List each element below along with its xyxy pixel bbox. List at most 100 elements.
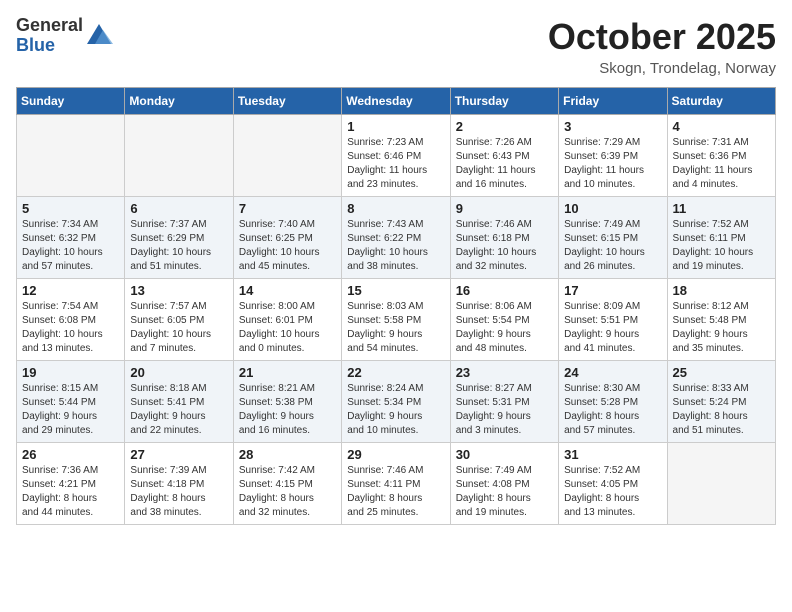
calendar-cell: 2 Sunrise: 7:26 AM Sunset: 6:43 PM Daylig…	[450, 115, 558, 197]
day-info: Sunrise: 7:43 AM Sunset: 6:22 PM Dayligh…	[347, 218, 444, 274]
day-info: Sunrise: 7:37 AM Sunset: 6:29 PM Dayligh…	[130, 218, 227, 274]
day-number: 14	[239, 283, 336, 298]
calendar-table: SundayMondayTuesdayWednesdayThursdayFrid…	[16, 87, 776, 525]
day-info: Sunrise: 8:33 AM Sunset: 5:24 PM Dayligh…	[673, 382, 770, 438]
day-info: Sunrise: 7:46 AM Sunset: 4:11 PM Dayligh…	[347, 464, 444, 520]
day-info: Sunrise: 7:52 AM Sunset: 4:05 PM Dayligh…	[564, 464, 661, 520]
calendar-week-row: 19 Sunrise: 8:15 AM Sunset: 5:44 PM Dayli…	[17, 361, 776, 443]
calendar-cell: 22 Sunrise: 8:24 AM Sunset: 5:34 PM Dayli…	[342, 361, 450, 443]
day-number: 20	[130, 365, 227, 380]
day-number: 25	[673, 365, 770, 380]
col-header-wednesday: Wednesday	[342, 88, 450, 115]
col-header-monday: Monday	[125, 88, 233, 115]
day-info: Sunrise: 8:03 AM Sunset: 5:58 PM Dayligh…	[347, 300, 444, 356]
calendar-cell: 31 Sunrise: 7:52 AM Sunset: 4:05 PM Dayli…	[559, 443, 667, 525]
day-number: 1	[347, 119, 444, 134]
day-number: 3	[564, 119, 661, 134]
day-number: 7	[239, 201, 336, 216]
calendar-cell	[667, 443, 775, 525]
day-info: Sunrise: 7:34 AM Sunset: 6:32 PM Dayligh…	[22, 218, 119, 274]
calendar-cell: 24 Sunrise: 8:30 AM Sunset: 5:28 PM Dayli…	[559, 361, 667, 443]
day-info: Sunrise: 8:21 AM Sunset: 5:38 PM Dayligh…	[239, 382, 336, 438]
calendar-cell: 5 Sunrise: 7:34 AM Sunset: 6:32 PM Daylig…	[17, 197, 125, 279]
day-info: Sunrise: 8:27 AM Sunset: 5:31 PM Dayligh…	[456, 382, 553, 438]
day-number: 27	[130, 447, 227, 462]
day-info: Sunrise: 7:23 AM Sunset: 6:46 PM Dayligh…	[347, 136, 444, 192]
calendar-week-row: 5 Sunrise: 7:34 AM Sunset: 6:32 PM Daylig…	[17, 197, 776, 279]
month-title: October 2025	[548, 16, 776, 58]
day-number: 6	[130, 201, 227, 216]
calendar-cell: 14 Sunrise: 8:00 AM Sunset: 6:01 PM Dayli…	[233, 279, 341, 361]
calendar-cell: 26Sunrise: 7:36 AM Sunset: 4:21 PM Dayli…	[17, 443, 125, 525]
day-info: Sunrise: 7:26 AM Sunset: 6:43 PM Dayligh…	[456, 136, 553, 192]
day-number: 2	[456, 119, 553, 134]
day-info: Sunrise: 7:29 AM Sunset: 6:39 PM Dayligh…	[564, 136, 661, 192]
calendar-cell: 3 Sunrise: 7:29 AM Sunset: 6:39 PM Daylig…	[559, 115, 667, 197]
day-info: Sunrise: 8:09 AM Sunset: 5:51 PM Dayligh…	[564, 300, 661, 356]
day-number: 13	[130, 283, 227, 298]
day-number: 12	[22, 283, 119, 298]
location-title: Skogn, Trondelag, Norway	[548, 60, 776, 77]
day-info: Sunrise: 7:36 AM Sunset: 4:21 PM Dayligh…	[22, 464, 119, 520]
day-info: Sunrise: 8:30 AM Sunset: 5:28 PM Dayligh…	[564, 382, 661, 438]
day-number: 19	[22, 365, 119, 380]
calendar-cell	[125, 115, 233, 197]
day-info: Sunrise: 7:49 AM Sunset: 4:08 PM Dayligh…	[456, 464, 553, 520]
day-number: 4	[673, 119, 770, 134]
day-number: 10	[564, 201, 661, 216]
day-info: Sunrise: 8:18 AM Sunset: 5:41 PM Dayligh…	[130, 382, 227, 438]
calendar-cell: 27 Sunrise: 7:39 AM Sunset: 4:18 PM Dayli…	[125, 443, 233, 525]
col-header-sunday: Sunday	[17, 88, 125, 115]
day-info: Sunrise: 7:52 AM Sunset: 6:11 PM Dayligh…	[673, 218, 770, 274]
day-info: Sunrise: 7:46 AM Sunset: 6:18 PM Dayligh…	[456, 218, 553, 274]
day-number: 21	[239, 365, 336, 380]
col-header-tuesday: Tuesday	[233, 88, 341, 115]
calendar-cell: 21 Sunrise: 8:21 AM Sunset: 5:38 PM Dayli…	[233, 361, 341, 443]
day-number: 9	[456, 201, 553, 216]
day-info: Sunrise: 7:31 AM Sunset: 6:36 PM Dayligh…	[673, 136, 770, 192]
logo: General Blue	[16, 16, 117, 56]
day-number: 15	[347, 283, 444, 298]
col-header-friday: Friday	[559, 88, 667, 115]
calendar-cell	[233, 115, 341, 197]
calendar-cell	[17, 115, 125, 197]
calendar-cell: 28Sunrise: 7:42 AM Sunset: 4:15 PM Dayli…	[233, 443, 341, 525]
calendar-week-row: 26Sunrise: 7:36 AM Sunset: 4:21 PM Dayli…	[17, 443, 776, 525]
calendar-cell: 23 Sunrise: 8:27 AM Sunset: 5:31 PM Dayli…	[450, 361, 558, 443]
calendar-cell: 18 Sunrise: 8:12 AM Sunset: 5:48 PM Dayli…	[667, 279, 775, 361]
day-number: 8	[347, 201, 444, 216]
day-number: 23	[456, 365, 553, 380]
calendar-cell: 17Sunrise: 8:09 AM Sunset: 5:51 PM Dayli…	[559, 279, 667, 361]
day-number: 31	[564, 447, 661, 462]
day-info: Sunrise: 8:24 AM Sunset: 5:34 PM Dayligh…	[347, 382, 444, 438]
calendar-cell: 25 Sunrise: 8:33 AM Sunset: 5:24 PM Dayli…	[667, 361, 775, 443]
day-number: 5	[22, 201, 119, 216]
day-info: Sunrise: 8:12 AM Sunset: 5:48 PM Dayligh…	[673, 300, 770, 356]
calendar-cell: 10 Sunrise: 7:49 AM Sunset: 6:15 PM Dayli…	[559, 197, 667, 279]
logo-icon	[85, 22, 113, 50]
day-number: 28	[239, 447, 336, 462]
day-info: Sunrise: 7:40 AM Sunset: 6:25 PM Dayligh…	[239, 218, 336, 274]
day-number: 22	[347, 365, 444, 380]
day-info: Sunrise: 8:15 AM Sunset: 5:44 PM Dayligh…	[22, 382, 119, 438]
calendar-cell: 11Sunrise: 7:52 AM Sunset: 6:11 PM Dayli…	[667, 197, 775, 279]
day-number: 18	[673, 283, 770, 298]
calendar-week-row: 12Sunrise: 7:54 AM Sunset: 6:08 PM Dayli…	[17, 279, 776, 361]
day-number: 24	[564, 365, 661, 380]
day-info: Sunrise: 7:49 AM Sunset: 6:15 PM Dayligh…	[564, 218, 661, 274]
calendar-cell: 30Sunrise: 7:49 AM Sunset: 4:08 PM Dayli…	[450, 443, 558, 525]
col-header-thursday: Thursday	[450, 88, 558, 115]
calendar-cell: 1 Sunrise: 7:23 AM Sunset: 6:46 PM Daylig…	[342, 115, 450, 197]
day-info: Sunrise: 8:00 AM Sunset: 6:01 PM Dayligh…	[239, 300, 336, 356]
calendar-header-row: SundayMondayTuesdayWednesdayThursdayFrid…	[17, 88, 776, 115]
calendar-cell: 9 Sunrise: 7:46 AM Sunset: 6:18 PM Daylig…	[450, 197, 558, 279]
logo-blue: Blue	[16, 36, 83, 56]
day-info: Sunrise: 7:39 AM Sunset: 4:18 PM Dayligh…	[130, 464, 227, 520]
day-info: Sunrise: 8:06 AM Sunset: 5:54 PM Dayligh…	[456, 300, 553, 356]
calendar-cell: 15 Sunrise: 8:03 AM Sunset: 5:58 PM Dayli…	[342, 279, 450, 361]
calendar-cell: 29Sunrise: 7:46 AM Sunset: 4:11 PM Dayli…	[342, 443, 450, 525]
logo-general: General	[16, 16, 83, 36]
calendar-cell: 12Sunrise: 7:54 AM Sunset: 6:08 PM Dayli…	[17, 279, 125, 361]
calendar-cell: 20 Sunrise: 8:18 AM Sunset: 5:41 PM Dayli…	[125, 361, 233, 443]
calendar-cell: 7 Sunrise: 7:40 AM Sunset: 6:25 PM Daylig…	[233, 197, 341, 279]
